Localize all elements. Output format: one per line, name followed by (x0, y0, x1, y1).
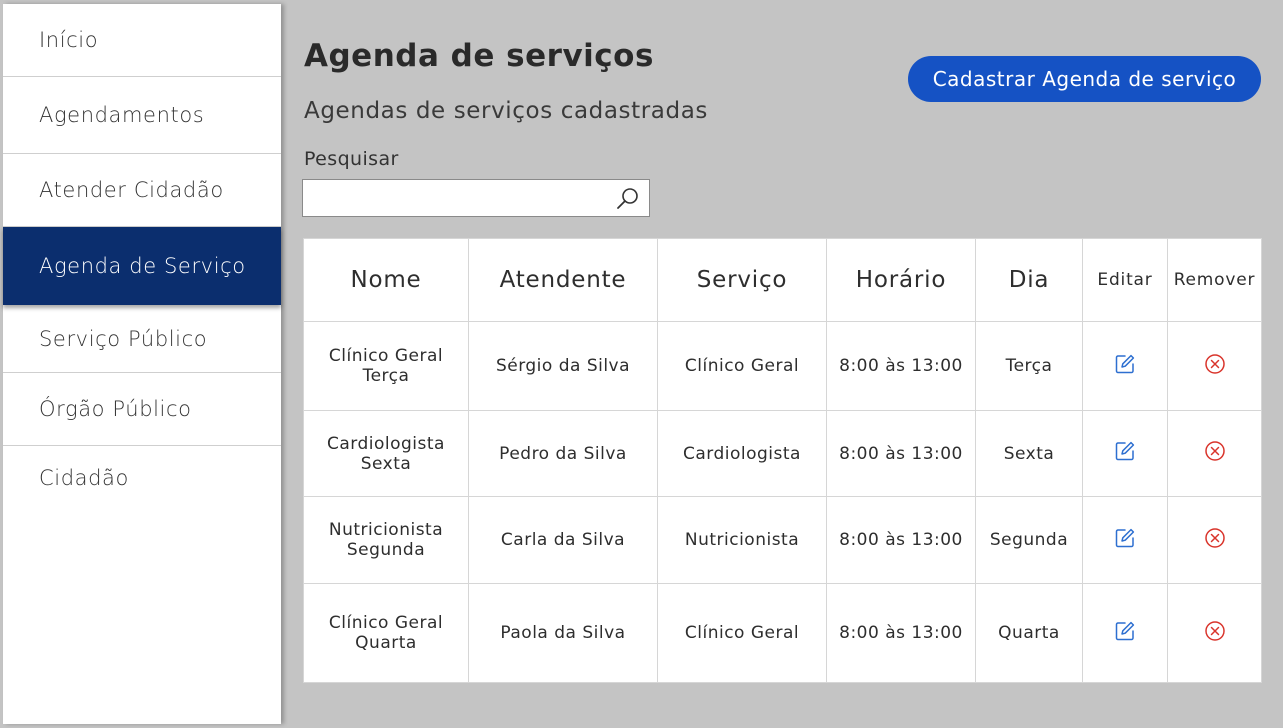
sidebar-item-cidadao[interactable]: Cidadão (3, 446, 281, 516)
column-header-servico: Serviço (657, 238, 827, 322)
cell-nome-line2: Quarta (355, 633, 417, 653)
cell-nome: Clínico Geral Quarta (303, 583, 469, 683)
sidebar-item-agendamentos[interactable]: Agendamentos (3, 77, 281, 154)
cell-editar (1082, 583, 1168, 683)
column-header-nome: Nome (303, 238, 469, 322)
cell-dia: Terça (975, 321, 1083, 411)
edit-icon[interactable] (1114, 440, 1136, 462)
sidebar-item-label: Agenda de Serviço (39, 254, 246, 278)
cell-dia: Quarta (975, 583, 1083, 683)
cell-dia: Sexta (975, 410, 1083, 497)
cell-nome-line2: Terça (362, 366, 410, 386)
cell-editar (1082, 496, 1168, 584)
search-label: Pesquisar (304, 148, 399, 170)
table-header-row: Nome Atendente Serviço Horário Dia Edita… (303, 238, 1262, 322)
sidebar-item-label: Agendamentos (39, 103, 205, 127)
cell-horario: 8:00 às 13:00 (826, 496, 976, 584)
search-input[interactable] (303, 180, 603, 216)
remove-icon[interactable] (1204, 440, 1226, 462)
cell-atendente: Pedro da Silva (468, 410, 658, 497)
edit-icon[interactable] (1114, 527, 1136, 549)
edit-icon[interactable] (1114, 620, 1136, 642)
cell-nome-line1: Clínico Geral (328, 613, 444, 633)
cell-servico: Cardiologista (657, 410, 827, 497)
column-header-editar: Editar (1082, 238, 1168, 322)
cell-remover (1167, 496, 1262, 584)
column-header-remover: Remover (1167, 238, 1262, 322)
table-row: Clínico Geral Terça Sérgio da Silva Clín… (303, 321, 1262, 411)
remove-icon[interactable] (1204, 353, 1226, 375)
cell-dia: Segunda (975, 496, 1083, 584)
sidebar-item-label: Atender Cidadão (39, 178, 224, 202)
cell-remover (1167, 410, 1262, 497)
cell-nome-line1: Clínico Geral (328, 346, 444, 366)
sidebar-item-label: Órgão Público (39, 397, 192, 421)
cell-remover (1167, 583, 1262, 683)
cell-remover (1167, 321, 1262, 411)
cell-servico: Clínico Geral (657, 583, 827, 683)
sidebar: Início Agendamentos Atender Cidadão Agen… (3, 4, 281, 724)
sidebar-item-orgao-publico[interactable]: Órgão Público (3, 373, 281, 446)
cell-atendente: Paola da Silva (468, 583, 658, 683)
cell-nome: Cardiologista Sexta (303, 410, 469, 497)
column-header-dia: Dia (975, 238, 1083, 322)
sidebar-item-servico-publico[interactable]: Serviço Público (3, 305, 281, 373)
column-header-atendente: Atendente (468, 238, 658, 322)
cell-horario: 8:00 às 13:00 (826, 410, 976, 497)
sidebar-item-atender-cidadao[interactable]: Atender Cidadão (3, 154, 281, 227)
sidebar-item-agenda-de-servico[interactable]: Agenda de Serviço (3, 227, 281, 305)
cell-editar (1082, 410, 1168, 497)
cell-nome-line1: Nutricionista (328, 520, 444, 540)
cell-nome: Clínico Geral Terça (303, 321, 469, 411)
cell-servico: Clínico Geral (657, 321, 827, 411)
cell-nome: Nutricionista Segunda (303, 496, 469, 584)
cell-horario: 8:00 às 13:00 (826, 583, 976, 683)
edit-icon[interactable] (1114, 353, 1136, 375)
search-field (302, 179, 650, 217)
sidebar-item-label: Início (39, 28, 99, 52)
cell-atendente: Carla da Silva (468, 496, 658, 584)
cell-horario: 8:00 às 13:00 (826, 321, 976, 411)
sidebar-item-label: Cidadão (39, 466, 129, 490)
table-row: Cardiologista Sexta Pedro da Silva Cardi… (303, 410, 1262, 497)
sidebar-item-label: Serviço Público (39, 326, 208, 351)
sidebar-item-inicio[interactable]: Início (3, 4, 281, 77)
page-title: Agenda de serviços (304, 38, 654, 74)
column-header-horario: Horário (826, 238, 976, 322)
cell-servico: Nutricionista (657, 496, 827, 584)
cell-nome-line1: Cardiologista (327, 433, 445, 454)
search-icon[interactable] (615, 186, 641, 212)
page-subtitle: Agendas de serviços cadastradas (304, 98, 708, 124)
cell-nome-line2: Segunda (346, 540, 426, 560)
remove-icon[interactable] (1204, 620, 1226, 642)
cell-nome-line2: Sexta (360, 453, 412, 474)
remove-icon[interactable] (1204, 527, 1226, 549)
table-row: Nutricionista Segunda Carla da Silva Nut… (303, 496, 1262, 584)
table-row: Clínico Geral Quarta Paola da Silva Clín… (303, 583, 1262, 683)
add-service-schedule-button[interactable]: Cadastrar Agenda de serviço (908, 56, 1261, 102)
cell-editar (1082, 321, 1168, 411)
cell-atendente: Sérgio da Silva (468, 321, 658, 411)
schedule-table: Nome Atendente Serviço Horário Dia Edita… (303, 238, 1262, 683)
